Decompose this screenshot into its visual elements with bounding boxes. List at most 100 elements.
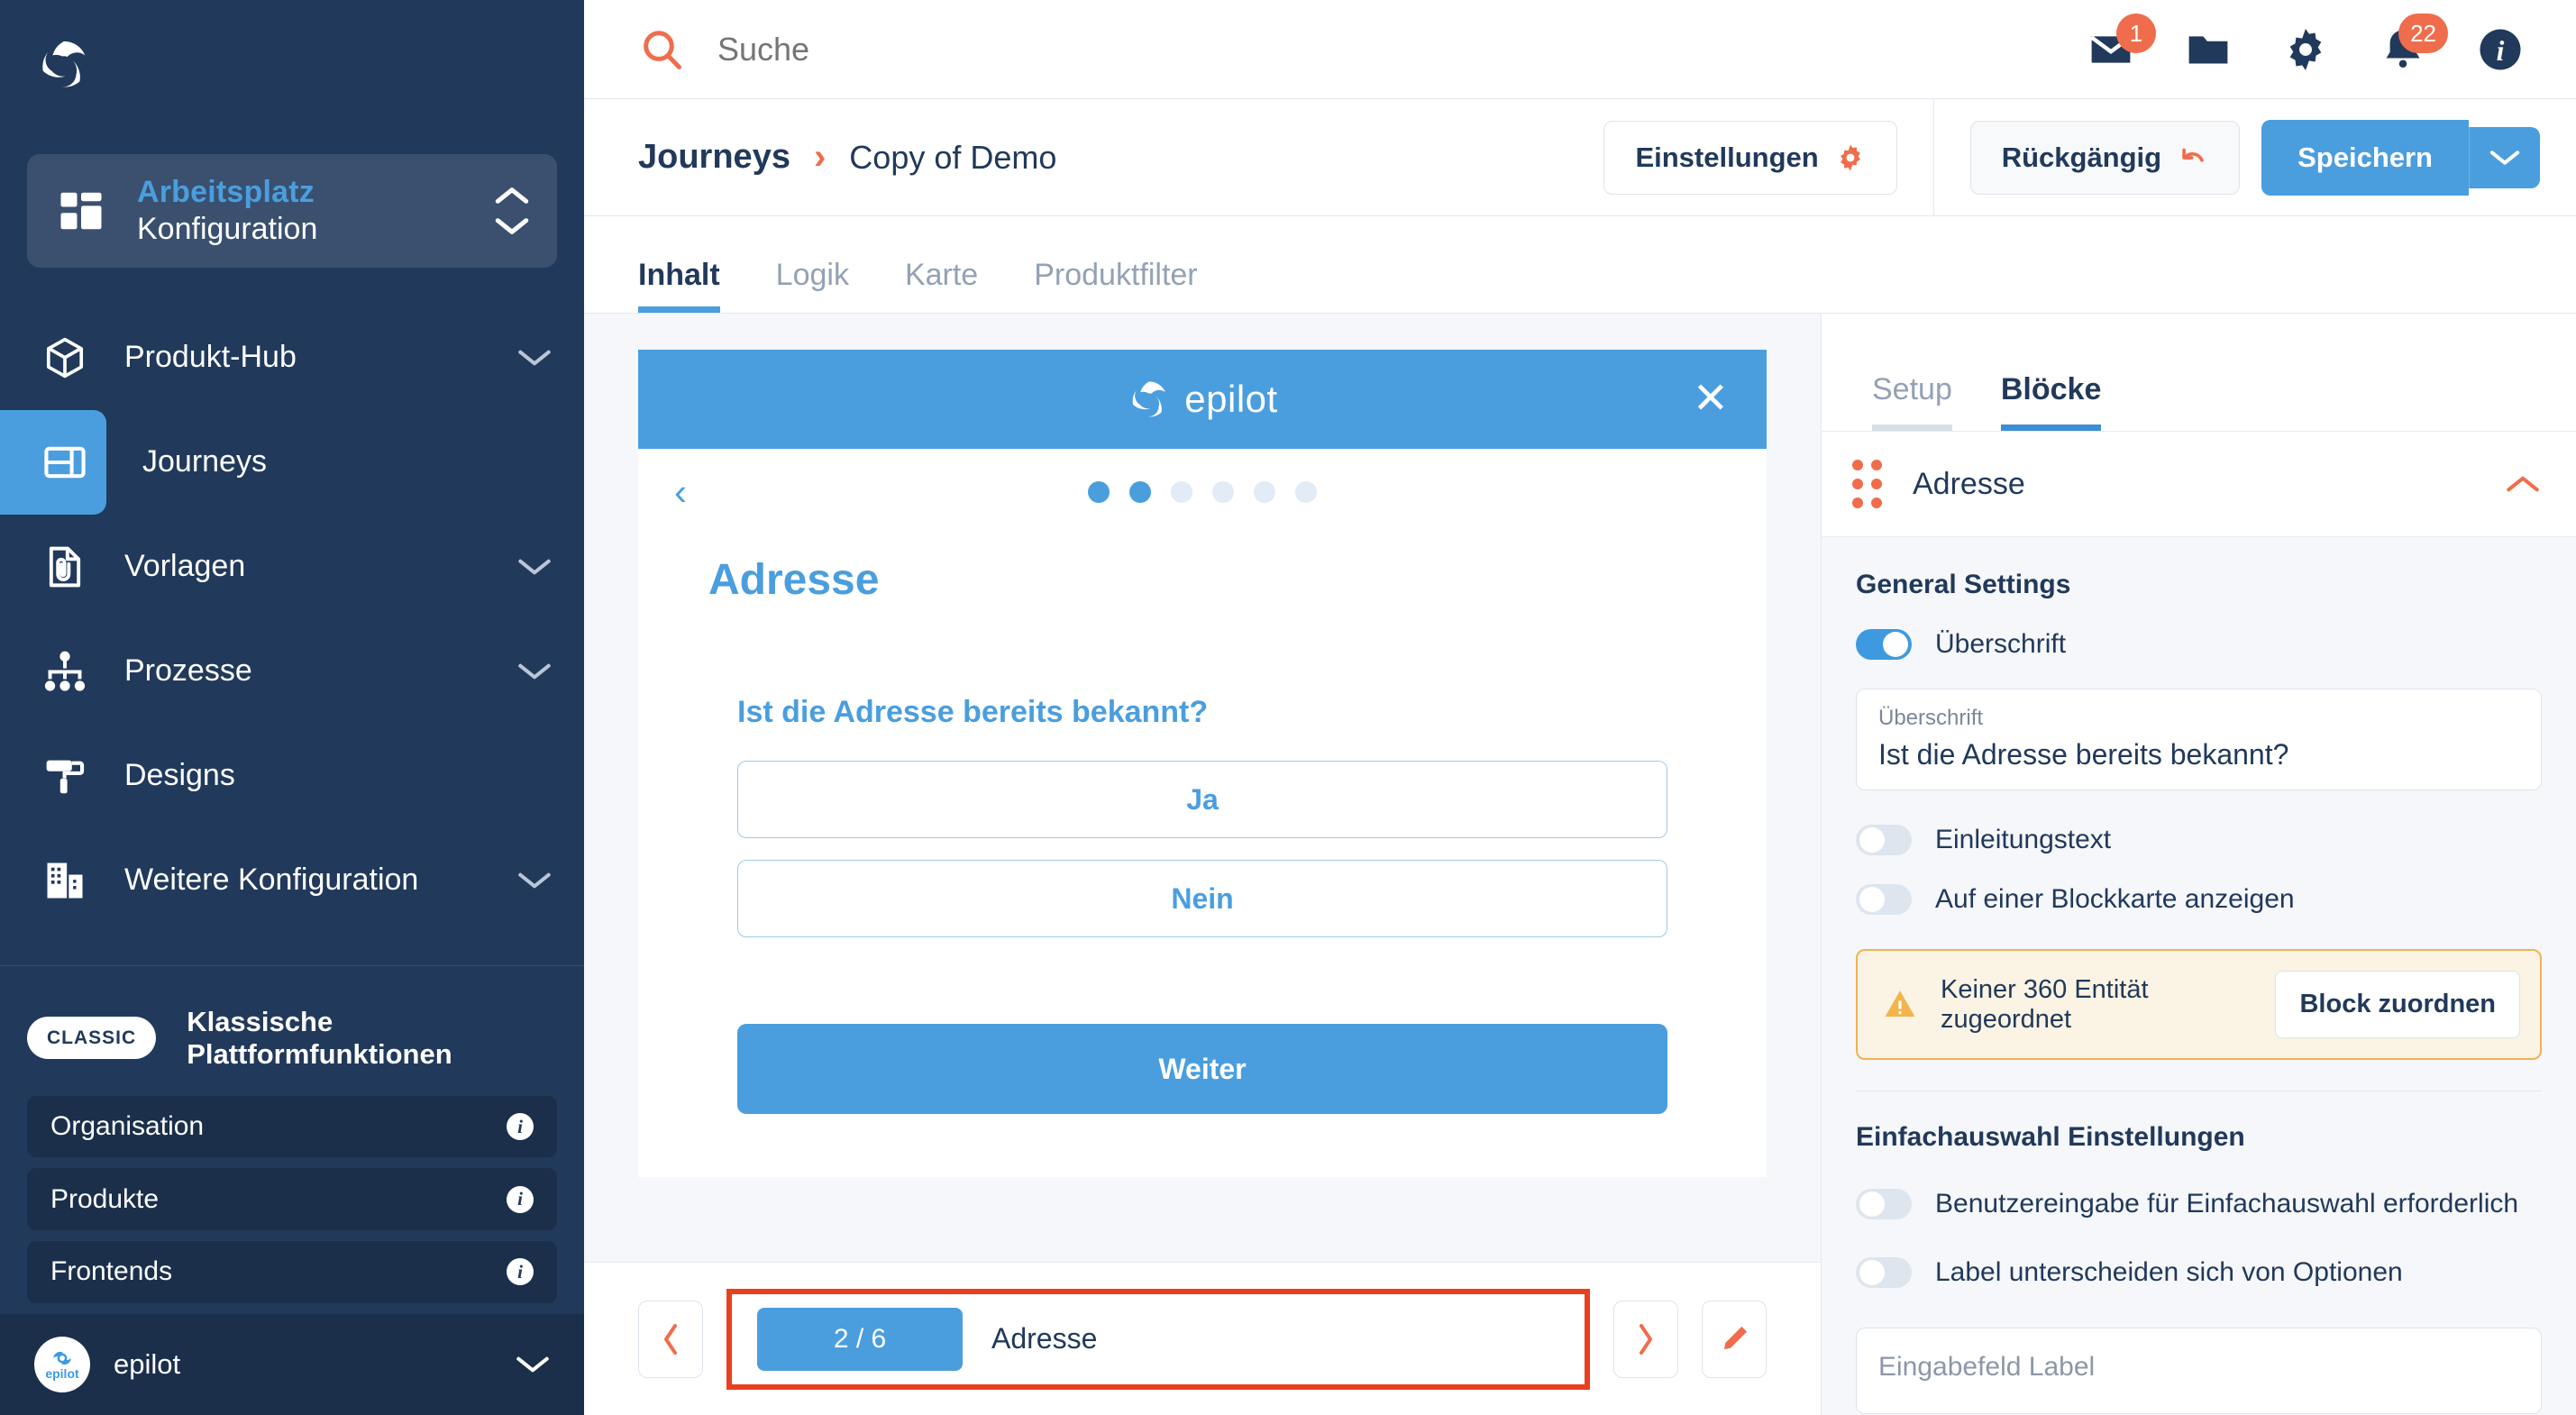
step-dot[interactable] <box>1254 481 1275 503</box>
toggle-row-blockkarte[interactable]: Auf einer Blockkarte anzeigen <box>1856 884 2542 915</box>
inspector-block-header[interactable]: Adresse <box>1822 431 2576 537</box>
building-icon <box>40 855 90 906</box>
save-segment: Rückgängig Speichern <box>1932 98 2576 216</box>
edit-step-button[interactable] <box>1702 1300 1767 1378</box>
mail-icon[interactable]: 1 <box>2086 13 2156 75</box>
bell-icon[interactable]: 22 <box>2378 13 2448 75</box>
toggle-einleitungstext[interactable] <box>1856 825 1912 855</box>
close-icon[interactable]: ✕ <box>1693 378 1729 421</box>
step-dot[interactable] <box>1171 481 1192 503</box>
undo-button[interactable]: Rückgängig <box>1969 120 2241 195</box>
cube-icon <box>40 333 90 383</box>
chevron-down-icon[interactable] <box>517 557 552 577</box>
svg-text:i: i <box>2497 35 2505 67</box>
chevron-left-icon <box>664 1323 677 1355</box>
save-dropdown-button[interactable] <box>2469 126 2540 188</box>
sidebar-item-designs[interactable]: Designs <box>0 724 584 828</box>
info-icon[interactable]: i <box>507 1113 534 1140</box>
next-step-button[interactable] <box>1613 1300 1678 1378</box>
preview-option-nein[interactable]: Nein <box>737 860 1667 937</box>
sidebar-nav: Produkt-Hub Journeys Vorlagen Prozesse D… <box>0 306 584 933</box>
preview-question: Ist die Adresse bereits bekannt? <box>737 695 1209 729</box>
sidebar-item-produkte[interactable]: Produkte i <box>27 1168 557 1230</box>
toggle-row-benutzereingabe[interactable]: Benutzereingabe für Einfachauswahl erfor… <box>1856 1189 2542 1219</box>
sidebar-item-label: Journeys <box>142 444 267 479</box>
sidebar-logo[interactable] <box>0 0 584 129</box>
toggle-benutzereingabe[interactable] <box>1856 1189 1912 1219</box>
org-switcher[interactable]: epilot epilot <box>0 1313 584 1415</box>
breadcrumb-root[interactable]: Journeys <box>638 138 790 177</box>
tab-produktfilter[interactable]: Produktfilter <box>1034 258 1197 313</box>
app-root: Arbeitsplatz Konfiguration Produkt-Hub J… <box>0 0 2576 1415</box>
toggle-row-label-unterscheiden[interactable]: Label unterscheiden sich von Optionen <box>1856 1257 2542 1288</box>
preview-brand-label: epilot <box>1184 378 1278 420</box>
chevron-down-icon[interactable] <box>494 216 530 236</box>
search-input[interactable] <box>717 30 1258 68</box>
step-dot[interactable] <box>1129 481 1151 503</box>
general-settings-title: General Settings <box>1856 570 2071 599</box>
gear-icon[interactable] <box>2280 24 2331 75</box>
chevron-up-icon[interactable] <box>494 186 530 205</box>
info-icon[interactable]: i <box>2475 24 2526 75</box>
tab-karte[interactable]: Karte <box>905 258 978 313</box>
settings-button[interactable]: Einstellungen <box>1603 120 1897 195</box>
chevron-down-icon[interactable] <box>516 1355 550 1374</box>
preview-option-ja[interactable]: Ja <box>737 761 1667 838</box>
journey-canvas: epilot ✕ ‹ Adresse Ist die Adresse berei… <box>584 314 1821 1415</box>
info-icon[interactable]: i <box>507 1258 534 1286</box>
search-icon[interactable] <box>638 26 685 73</box>
classic-platform-header: CLASSIC Klassische Plattformfunktionen <box>0 966 584 1096</box>
tab-bloecke[interactable]: Blöcke <box>2000 372 2101 431</box>
classic-badge: CLASSIC <box>27 1017 157 1060</box>
step-dot[interactable] <box>1212 481 1234 503</box>
toggle-blockkarte[interactable] <box>1856 884 1912 915</box>
chevron-down-icon[interactable] <box>517 662 552 681</box>
search-area <box>638 26 2086 73</box>
folder-icon[interactable] <box>2183 24 2233 75</box>
warning-triangle-icon <box>1885 990 1915 1017</box>
sidebar-item-label: Organisation <box>50 1111 205 1141</box>
journey-layout-icon <box>40 437 90 488</box>
chevron-down-icon[interactable] <box>517 871 552 890</box>
step-dot[interactable] <box>1088 481 1110 503</box>
org-chart-icon <box>40 646 90 697</box>
sidebar-item-prozesse[interactable]: Prozesse <box>0 619 584 724</box>
tab-label: Karte <box>904 258 979 292</box>
drag-grip-icon[interactable] <box>1852 460 1882 508</box>
sidebar-item-produkt-hub[interactable]: Produkt-Hub <box>0 306 584 410</box>
current-step-card[interactable]: 2 / 6 Adresse <box>726 1288 1590 1390</box>
sidebar-item-organisation[interactable]: Organisation i <box>27 1095 557 1158</box>
prev-step-button[interactable] <box>638 1300 703 1378</box>
sidebar-item-weitere-konfiguration[interactable]: Weitere Konfiguration <box>0 828 584 933</box>
heading-field[interactable]: Überschrift Ist die Adresse bereits beka… <box>1856 689 2542 790</box>
step-counter: 2 / 6 <box>757 1307 963 1371</box>
tab-inhalt[interactable]: Inhalt <box>638 258 720 313</box>
chevron-down-icon[interactable] <box>517 348 552 368</box>
editor-tabs: Inhalt Logik Karte Produktfilter <box>584 216 2576 314</box>
tab-label: Inhalt <box>638 258 720 292</box>
sidebar-item-label: Designs <box>124 758 235 793</box>
tab-logik[interactable]: Logik <box>776 258 849 313</box>
toggle-row-einleitungstext[interactable]: Einleitungstext <box>1856 825 2542 855</box>
sidebar-item-frontends[interactable]: Frontends i <box>27 1240 557 1303</box>
input-label-field[interactable]: Eingabefeld Label <box>1856 1328 2542 1414</box>
heading-field-value[interactable]: Ist die Adresse bereits bekannt? <box>1878 738 2519 771</box>
sidebar-item-vorlagen[interactable]: Vorlagen <box>0 515 584 619</box>
preview-submit-button[interactable]: Weiter <box>737 1024 1667 1114</box>
toggle-ueberschrift[interactable] <box>1856 629 1912 660</box>
info-icon[interactable]: i <box>507 1185 534 1213</box>
chevron-up-icon[interactable] <box>2506 474 2540 494</box>
toggle-label: Label unterscheiden sich von Optionen <box>1935 1257 2403 1287</box>
assign-block-button[interactable]: Block zuordnen <box>2275 971 2520 1038</box>
step-dot[interactable] <box>1295 481 1317 503</box>
toggle-label-unterscheiden[interactable] <box>1856 1257 1912 1288</box>
save-button[interactable]: Speichern <box>2261 119 2469 196</box>
workspace-switcher[interactable]: Arbeitsplatz Konfiguration <box>27 153 557 268</box>
main-area: 1 22 i <box>584 0 2576 1415</box>
tab-setup[interactable]: Setup <box>1872 372 1952 431</box>
sidebar-item-journeys[interactable]: Journeys <box>0 409 267 515</box>
save-button-label: Speichern <box>2297 141 2433 173</box>
toggle-label: Benutzereingabe für Einfachauswahl erfor… <box>1935 1189 2519 1219</box>
toggle-row-ueberschrift[interactable]: Überschrift <box>1856 629 2542 660</box>
chevron-right-icon: › <box>813 137 827 177</box>
